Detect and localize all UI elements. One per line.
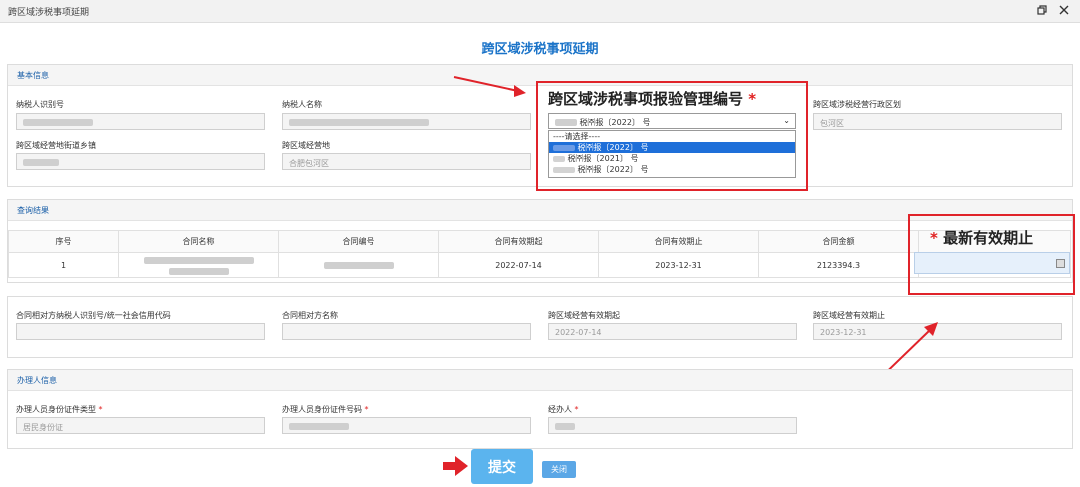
taxpayer-name-label: 纳税人名称 bbox=[282, 100, 322, 109]
basic-info-title: 基本信息 bbox=[17, 71, 49, 80]
valid-start-label: 跨区域经营有效期起 bbox=[548, 311, 620, 320]
counterparty-name-field[interactable] bbox=[282, 323, 531, 340]
col-header: 合同金额 bbox=[758, 230, 919, 253]
taxpayer-name-field[interactable] bbox=[282, 113, 531, 130]
col-header: 合同有效期起 bbox=[438, 230, 599, 253]
counterparty-id-field[interactable] bbox=[16, 323, 265, 340]
submit-button[interactable]: 提交 bbox=[471, 449, 533, 484]
street-field[interactable] bbox=[16, 153, 265, 170]
restore-icon[interactable] bbox=[1036, 4, 1048, 16]
cell-start: 2022-07-14 bbox=[438, 252, 599, 278]
id-no-field[interactable] bbox=[282, 417, 531, 434]
annotation-arrow-code bbox=[453, 76, 526, 97]
col-header: 序号 bbox=[8, 230, 119, 253]
callout-code-label: 跨区域涉税事项报验管理编号 * bbox=[548, 90, 757, 108]
col-header: 合同编号 bbox=[278, 230, 439, 253]
window-titlebar: 跨区域涉税事项延期 bbox=[0, 0, 1080, 23]
close-icon[interactable] bbox=[1058, 4, 1070, 16]
cell-amount: 2123394.3 bbox=[758, 252, 919, 278]
close-button[interactable]: 关闭 bbox=[542, 461, 576, 478]
col-header: 合同有效期止 bbox=[598, 230, 759, 253]
annotation-arrow-submit bbox=[443, 456, 468, 476]
counterparty-name-label: 合同相对方名称 bbox=[282, 311, 338, 320]
taxpayer-id-label: 纳税人识别号 bbox=[16, 100, 64, 109]
region-field[interactable]: 包河区 bbox=[813, 113, 1062, 130]
callout-latest-end: * 最新有效期止 bbox=[930, 229, 1034, 247]
window-controls bbox=[1036, 4, 1070, 16]
page-title: 跨区域涉税事项延期 bbox=[481, 42, 599, 57]
cell-end: 2023-12-31 bbox=[598, 252, 759, 278]
cell-contract-no bbox=[278, 252, 439, 278]
results-title: 查询结果 bbox=[17, 206, 49, 215]
cell-contract-name bbox=[118, 252, 279, 278]
street-label: 跨区域经营地街道乡镇 bbox=[16, 141, 96, 150]
id-type-field[interactable]: 居民身份证 bbox=[16, 417, 265, 434]
handler-header: 办理人信息 bbox=[8, 370, 1072, 391]
handler-panel: 办理人信息 bbox=[7, 369, 1073, 449]
valid-start-field[interactable]: 2022-07-14 bbox=[548, 323, 797, 340]
cell-no: 1 bbox=[8, 252, 119, 278]
handler-title: 办理人信息 bbox=[17, 376, 57, 385]
counterparty-id-label: 合同相对方纳税人识别号/统一社会信用代码 bbox=[16, 311, 171, 320]
place-field[interactable]: 合肥包河区 bbox=[282, 153, 531, 170]
place-label: 跨区域经营地 bbox=[282, 141, 330, 150]
taxpayer-id-field[interactable] bbox=[16, 113, 265, 130]
agent-label: 经办人 * bbox=[548, 405, 579, 414]
agent-field[interactable] bbox=[548, 417, 797, 434]
id-type-label: 办理人员身份证件类型 * bbox=[16, 405, 103, 414]
window-title: 跨区域涉税事项延期 bbox=[8, 8, 90, 18]
region-label: 跨区域涉税经营行政区划 bbox=[813, 100, 901, 109]
id-no-label: 办理人员身份证件号码 * bbox=[282, 405, 369, 414]
col-header: 合同名称 bbox=[118, 230, 279, 253]
